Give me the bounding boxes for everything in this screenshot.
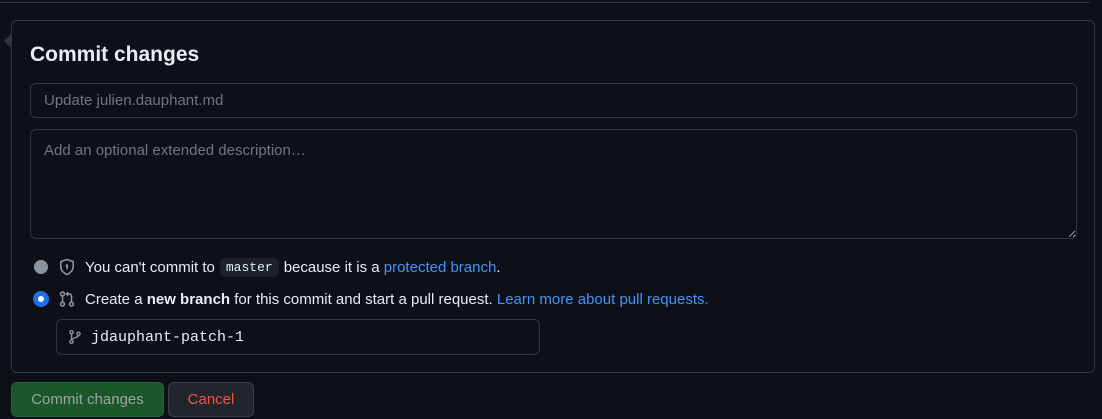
learn-more-pull-requests-link[interactable]: Learn more about pull requests.: [497, 291, 709, 308]
new-branch-radio[interactable]: [34, 292, 48, 306]
git-pull-request-icon: [58, 290, 76, 308]
commit-direct-radio: [34, 260, 48, 274]
cancel-button[interactable]: Cancel: [168, 382, 254, 417]
direct-text-after: because it is a: [283, 258, 380, 276]
commit-form-panel: Commit changes You can't commit to maste…: [11, 20, 1095, 373]
form-title: Commit changes: [30, 43, 200, 66]
new-branch-text-before: Create a: [85, 290, 143, 308]
top-divider: [0, 2, 1090, 3]
new-branch-option[interactable]: Create a new branch for this commit and …: [34, 289, 709, 309]
new-branch-bold: new branch: [146, 290, 231, 308]
commit-summary-input[interactable]: [30, 83, 1077, 118]
protected-branch-link[interactable]: protected branch: [384, 259, 497, 276]
git-branch-icon: [67, 329, 83, 345]
new-branch-text-after: for this commit and start a pull request…: [234, 290, 493, 308]
commit-direct-option: You can't commit to master because it is…: [34, 257, 501, 277]
branch-name-input[interactable]: [91, 328, 521, 346]
direct-period: .: [496, 258, 501, 276]
commit-description-input[interactable]: [30, 129, 1077, 239]
branch-name-field: [56, 319, 540, 355]
protected-branch-name: master: [219, 257, 279, 277]
direct-text-before: You can't commit to: [85, 258, 215, 276]
commit-changes-button[interactable]: Commit changes: [11, 382, 164, 417]
shield-lock-icon: [58, 258, 76, 276]
